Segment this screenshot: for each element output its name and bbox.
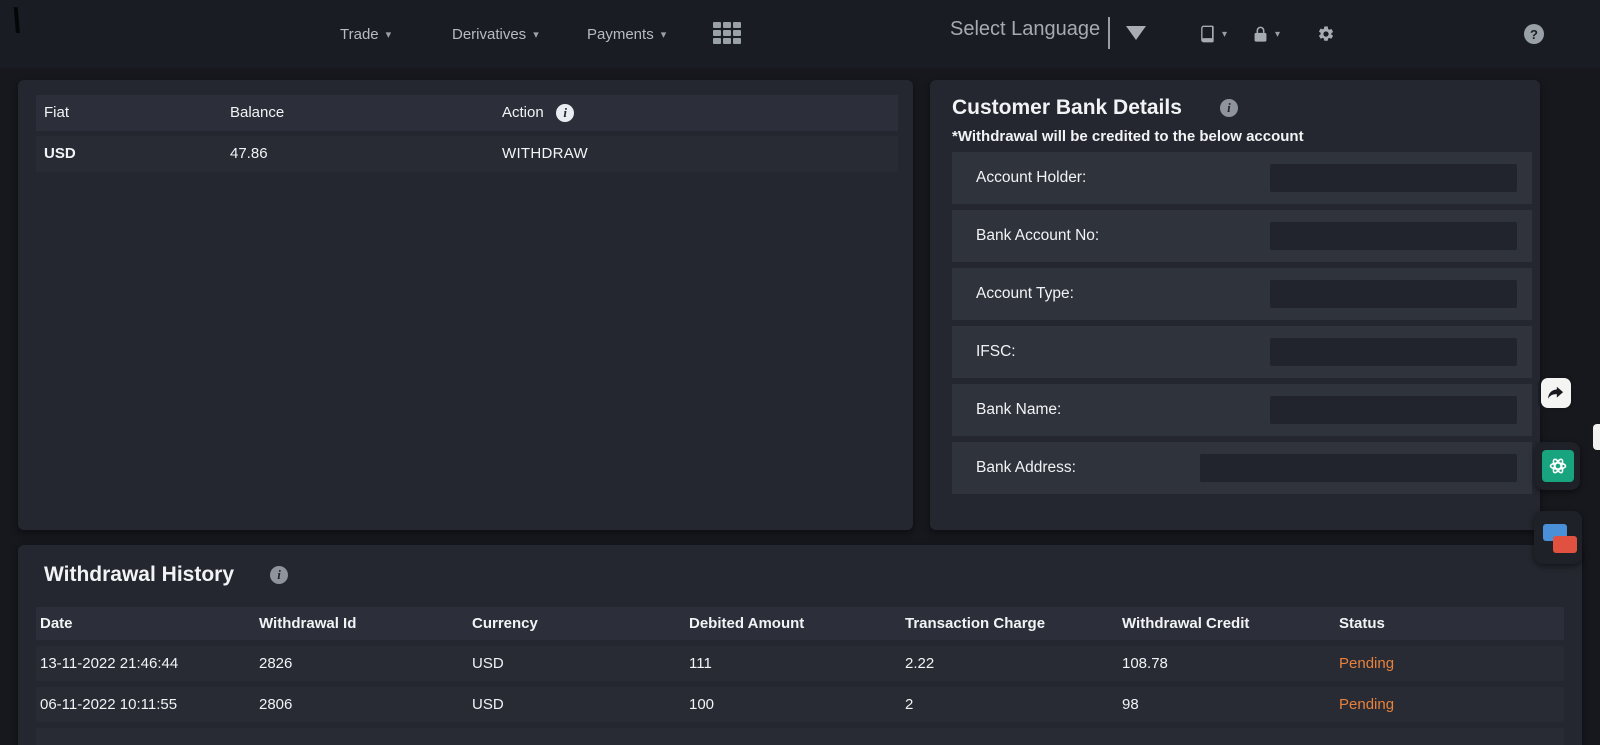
apps-grid-icon[interactable] (713, 22, 743, 46)
column-header-date: Date (40, 607, 73, 640)
withdrawal-id-cell: 2826 (259, 646, 292, 681)
field-label: Bank Name: (976, 384, 1061, 436)
info-icon[interactable]: i (1220, 99, 1238, 117)
status-badge: Pending (1339, 687, 1394, 722)
debited-amount-cell: 100 (689, 687, 714, 722)
field-label: Account Type: (976, 268, 1074, 320)
top-navbar: Trade ▾ Derivatives ▾ Payments ▾ Select … (0, 0, 1600, 68)
fiat-balance-panel: Fiat Balance Action i USD 47.86 WITHDRAW (18, 80, 913, 530)
date-cell: 13-11-2022 21:46:44 (40, 646, 178, 681)
field-label: Account Holder: (976, 152, 1086, 204)
bank-field-row-account-no: Bank Account No: (952, 210, 1532, 262)
hidden-extension-tab[interactable] (1593, 424, 1600, 450)
transaction-charge-cell: 2 (905, 687, 913, 722)
currency-cell: USD (472, 646, 504, 681)
column-header-withdrawal-credit: Withdrawal Credit (1122, 607, 1249, 640)
withdrawal-credit-cell: 108.78 (1122, 646, 1168, 681)
chat-extension-button[interactable] (1534, 511, 1582, 564)
help-icon[interactable]: ? (1524, 24, 1544, 44)
withdrawal-id-cell: 2806 (259, 687, 292, 722)
lock-icon (1251, 24, 1270, 45)
gear-icon (1317, 25, 1335, 43)
fiat-table: Fiat Balance Action i USD 47.86 WITHDRAW (36, 95, 898, 177)
info-icon[interactable]: i (556, 104, 574, 122)
nav-menu-trade[interactable]: Trade ▾ (340, 0, 391, 68)
column-header-currency: Currency (472, 607, 538, 640)
account-holder-field[interactable] (1270, 164, 1517, 192)
withdrawal-history-table: Date Withdrawal Id Currency Debited Amou… (36, 607, 1564, 745)
share-arrow-icon (1546, 383, 1566, 403)
chatgpt-extension-button[interactable] (1535, 442, 1580, 490)
chevron-down-icon: ▾ (386, 28, 392, 41)
chatgpt-icon (1542, 450, 1574, 482)
book-icon (1197, 24, 1217, 44)
fiat-balance-cell: 47.86 (230, 136, 268, 172)
column-header-transaction-charge: Transaction Charge (905, 607, 1045, 640)
nav-menu-label: Trade (340, 26, 379, 43)
bank-account-no-field[interactable] (1270, 222, 1517, 250)
column-header-withdrawal-id: Withdrawal Id (259, 607, 356, 640)
bank-field-row-account-type: Account Type: (952, 268, 1532, 320)
column-header-fiat: Fiat (44, 95, 69, 131)
language-selector[interactable]: Select Language (950, 18, 1100, 41)
chevron-down-icon: ▾ (1222, 29, 1227, 40)
panel-title: Customer Bank Details (952, 96, 1182, 120)
withdrawal-note: *Withdrawal will be credited to the belo… (930, 120, 1540, 145)
field-label: IFSC: (976, 326, 1016, 378)
share-extension-button[interactable] (1541, 378, 1571, 408)
withdraw-button[interactable]: WITHDRAW (502, 145, 588, 162)
account-type-field[interactable] (1270, 280, 1517, 308)
divider (1108, 17, 1110, 49)
table-row: USD 47.86 WITHDRAW (36, 136, 898, 172)
fiat-table-header: Fiat Balance Action i (36, 95, 898, 131)
transaction-charge-cell: 2.22 (905, 646, 934, 681)
bank-fields: Account Holder: Bank Account No: Account… (952, 152, 1532, 500)
currency-cell: USD (472, 687, 504, 722)
language-dropdown-icon[interactable] (1126, 26, 1146, 40)
table-row: 13-11-2022 21:46:44 2826 USD 111 2.22 10… (36, 646, 1564, 681)
date-cell: 06-11-2022 10:11:55 (40, 687, 177, 722)
bank-address-field[interactable] (1200, 454, 1517, 482)
column-header-balance: Balance (230, 95, 284, 131)
chat-bubble-red-icon (1553, 536, 1577, 553)
status-badge: Pending (1339, 646, 1394, 681)
bank-field-row-account-holder: Account Holder: (952, 152, 1532, 204)
customer-bank-details-panel: Customer Bank Details i *Withdrawal will… (930, 80, 1540, 530)
nav-menu-label: Derivatives (452, 26, 526, 43)
field-label: Bank Account No: (976, 210, 1099, 262)
bank-field-row-ifsc: IFSC: (952, 326, 1532, 378)
chevron-down-icon: ▾ (533, 28, 539, 41)
column-header-status: Status (1339, 607, 1385, 640)
withdrawal-credit-cell: 98 (1122, 687, 1139, 722)
table-row: 06-11-2022 10:11:55 2806 USD 100 2 98 Pe… (36, 687, 1564, 722)
withdrawal-history-panel: Withdrawal History i Date Withdrawal Id … (18, 545, 1582, 745)
wallet-lock-menu[interactable]: ▾ (1251, 0, 1280, 68)
settings-button[interactable] (1317, 0, 1335, 68)
column-header-action: Action i (502, 95, 574, 131)
nav-menu-label: Payments (587, 26, 654, 43)
nav-menu-derivatives[interactable]: Derivatives ▾ (452, 0, 539, 68)
info-icon[interactable]: i (270, 566, 288, 584)
nav-menu-payments[interactable]: Payments ▾ (587, 0, 666, 68)
field-label: Bank Address: (976, 442, 1076, 494)
bank-field-row-bank-name: Bank Name: (952, 384, 1532, 436)
bank-field-row-bank-address: Bank Address: (952, 442, 1532, 494)
table-header-row: Date Withdrawal Id Currency Debited Amou… (36, 607, 1564, 640)
bank-name-field[interactable] (1270, 396, 1517, 424)
orders-book-menu[interactable]: ▾ (1197, 0, 1227, 68)
ifsc-field[interactable] (1270, 338, 1517, 366)
chevron-down-icon: ▾ (661, 28, 667, 41)
panel-title: Withdrawal History (44, 563, 234, 587)
debited-amount-cell: 111 (689, 646, 712, 681)
column-header-debited-amount: Debited Amount (689, 607, 804, 640)
chevron-down-icon: ▾ (1275, 29, 1280, 40)
table-row-partial (36, 728, 1564, 745)
fiat-currency-cell: USD (44, 136, 76, 172)
